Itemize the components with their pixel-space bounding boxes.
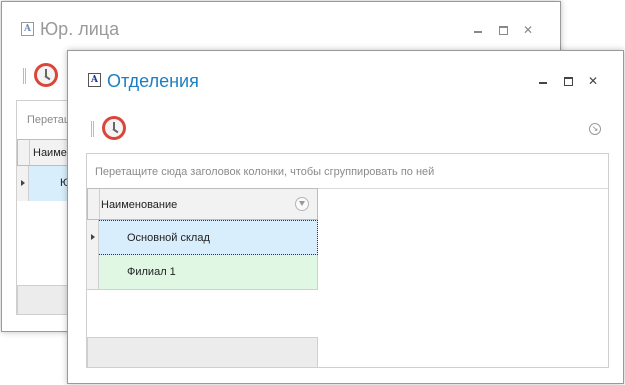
row-indicator bbox=[17, 166, 29, 201]
window-title: Отделения bbox=[107, 71, 199, 91]
minimize-icon bbox=[539, 81, 547, 84]
window-departments[interactable]: A Отделения ✕ ↘ Перетащите сюда заголово… bbox=[67, 50, 624, 384]
row-name-cell: Основной склад bbox=[127, 232, 210, 244]
group-by-hint: Перетащите сюда заголовок колонки, чтобы… bbox=[95, 166, 435, 178]
row-indicator bbox=[87, 220, 99, 255]
collapse-arrow-icon[interactable]: ↘ bbox=[589, 123, 601, 135]
table-row[interactable]: Филиал 1 bbox=[87, 255, 318, 290]
clock-icon[interactable] bbox=[34, 63, 58, 87]
close-icon: ✕ bbox=[587, 74, 599, 88]
maximize-icon bbox=[563, 76, 573, 86]
maximize-icon bbox=[498, 25, 508, 35]
row-indicator-arrow-icon bbox=[21, 180, 25, 186]
header-indicator bbox=[18, 140, 30, 165]
toolbar-grip[interactable] bbox=[23, 68, 26, 84]
maximize-button[interactable] bbox=[496, 23, 510, 37]
maximize-button[interactable] bbox=[561, 74, 575, 88]
titlebar[interactable]: A Юр. лица ✕ bbox=[2, 2, 560, 42]
header-indicator bbox=[88, 189, 100, 219]
filter-icon[interactable] bbox=[295, 197, 309, 211]
minimize-button[interactable] bbox=[471, 23, 485, 37]
minimize-icon bbox=[474, 30, 482, 33]
toolbar-grip[interactable] bbox=[91, 121, 94, 137]
close-button[interactable]: ✕ bbox=[521, 23, 535, 37]
grid-footer bbox=[87, 337, 318, 368]
row-indicator-arrow-icon bbox=[91, 234, 95, 240]
grid-panel: Перетащите сюда заголовок колонки, чтобы… bbox=[86, 153, 609, 368]
column-header-label: Наименование bbox=[101, 199, 178, 211]
app-document-icon: A bbox=[88, 73, 101, 87]
table-row[interactable]: Основной склад bbox=[87, 220, 318, 255]
minimize-button[interactable] bbox=[536, 74, 550, 88]
row-indicator bbox=[87, 255, 99, 289]
column-header-name[interactable]: Наименование bbox=[87, 188, 318, 220]
app-document-icon: A bbox=[21, 22, 34, 36]
close-icon: ✕ bbox=[522, 23, 534, 37]
titlebar[interactable]: A Отделения ✕ bbox=[68, 51, 623, 91]
clock-icon[interactable] bbox=[102, 116, 126, 140]
close-button[interactable]: ✕ bbox=[586, 74, 600, 88]
row-name-cell: Филиал 1 bbox=[127, 266, 176, 278]
window-title: Юр. лица bbox=[40, 19, 120, 39]
